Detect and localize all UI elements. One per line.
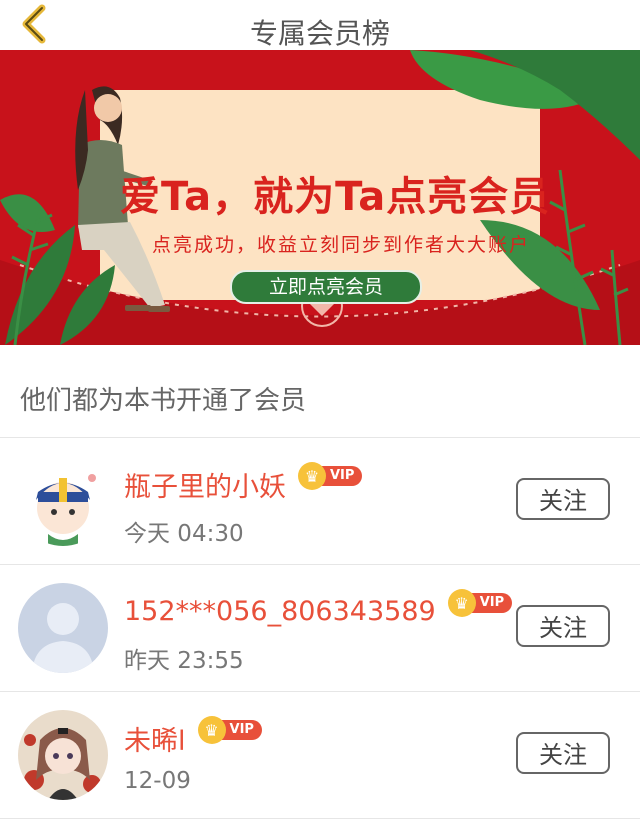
follow-button[interactable]: 关注 (516, 478, 610, 520)
member-name[interactable]: 未晞l (124, 719, 186, 758)
member-time: 今天 04:30 (124, 521, 244, 547)
crown-icon: ♛ (447, 589, 476, 617)
avatar[interactable] (18, 710, 108, 800)
follow-button[interactable]: 关注 (516, 732, 610, 774)
member-banner[interactable]: 爱Ta，就为Ta点亮会员 点亮成功，收益立刻同步到作者大大账户 立即点亮会员 (0, 50, 640, 345)
anime-girl-avatar-icon (18, 710, 108, 800)
member-name[interactable]: 瓶子里的小妖 (124, 465, 286, 504)
banner-subtitle: 点亮成功，收益立刻同步到作者大大账户 (152, 234, 531, 256)
avatar[interactable] (18, 583, 108, 673)
light-up-member-button[interactable]: 立即点亮会员 (230, 270, 422, 304)
crown-icon: ♛ (298, 462, 326, 490)
follow-button[interactable]: 关注 (516, 605, 610, 647)
avatar[interactable] (18, 456, 108, 546)
header-bar: 专属会员榜 (0, 0, 640, 50)
vip-badge: ♛ VIP (197, 716, 262, 744)
vip-badge: ♛ VIP (298, 462, 363, 490)
section-title: 他们都为本书开通了会员 (0, 345, 640, 438)
member-name-line: 152***056_806343589 ♛ VIP (124, 589, 513, 631)
vip-badge: ♛ VIP (447, 589, 513, 617)
member-row[interactable]: 152***056_806343589 ♛ VIP 昨天 23:55 关注 (0, 565, 640, 692)
member-time: 昨天 23:55 (124, 648, 244, 674)
crown-icon: ♛ (197, 716, 226, 744)
page-title: 专属会员榜 (249, 17, 390, 50)
default-avatar-icon (18, 583, 108, 673)
member-time: 12-09 (124, 768, 191, 794)
member-name[interactable]: 152***056_806343589 (124, 596, 436, 627)
banner-title: 爱Ta，就为Ta点亮会员 (120, 174, 551, 220)
cartoon-avatar-icon (18, 456, 108, 546)
member-row[interactable]: 未晞l ♛ VIP 12-09 关注 (0, 692, 640, 819)
member-name-line: 未晞l ♛ VIP (124, 716, 262, 758)
member-name-line: 瓶子里的小妖 ♛ VIP (124, 462, 363, 504)
member-row[interactable]: 瓶子里的小妖 ♛ VIP 今天 04:30 关注 (0, 438, 640, 565)
